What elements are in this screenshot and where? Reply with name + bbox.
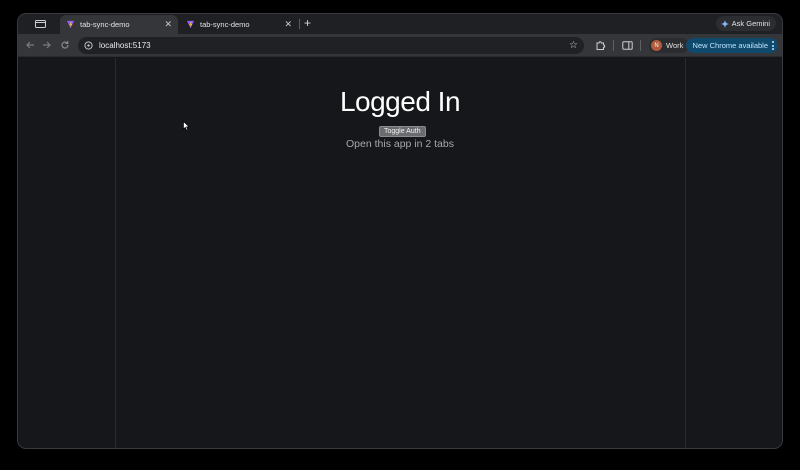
- vite-favicon-icon: [186, 20, 195, 29]
- ask-gemini-button[interactable]: Ask Gemini: [715, 16, 776, 31]
- more-menu-icon[interactable]: [772, 41, 774, 50]
- tab-search-button[interactable]: [28, 17, 52, 31]
- reload-icon: [61, 41, 69, 49]
- tab-title: tab-sync-demo: [200, 20, 250, 29]
- close-icon[interactable]: ✕: [164, 20, 172, 29]
- new-tab-button[interactable]: +: [304, 16, 311, 30]
- page-viewport: Logged In Toggle Auth Open this app in 2…: [18, 58, 782, 448]
- toolbar-divider: [613, 40, 614, 51]
- profile-button[interactable]: N Work: [649, 38, 690, 53]
- page-title: Logged In: [339, 86, 461, 117]
- forward-arrow-icon: [43, 41, 51, 49]
- tab-2[interactable]: tab-sync-demo ✕: [180, 15, 298, 34]
- ask-gemini-label: Ask Gemini: [731, 19, 770, 28]
- address-bar[interactable]: localhost:5173 ☆: [78, 37, 584, 54]
- forward-button[interactable]: [41, 39, 53, 51]
- tab-search-icon: [34, 19, 46, 28]
- vite-favicon-icon: [66, 20, 75, 29]
- back-button[interactable]: [24, 39, 36, 51]
- site-info-icon[interactable]: [84, 41, 93, 50]
- avatar: N: [651, 40, 662, 51]
- update-label: New Chrome available: [692, 41, 768, 50]
- browser-toolbar: localhost:5173 ☆ N Work New Chrome avail…: [18, 34, 782, 57]
- extensions-puzzle-icon[interactable]: [595, 40, 606, 51]
- address-url: localhost:5173: [99, 41, 151, 50]
- mouse-cursor-icon: [183, 121, 190, 131]
- instructions-text: Open this app in 2 tabs: [346, 138, 454, 150]
- reload-button[interactable]: [59, 39, 71, 51]
- tab-1[interactable]: tab-sync-demo ✕: [60, 15, 178, 34]
- tab-divider: [299, 19, 300, 29]
- update-chrome-button[interactable]: New Chrome available: [685, 38, 778, 53]
- toolbar-divider: [640, 40, 641, 51]
- tab-strip: tab-sync-demo ✕ tab-sync-demo ✕ + Ask Ge…: [18, 14, 782, 34]
- bookmark-star-icon[interactable]: ☆: [569, 39, 578, 52]
- toggle-auth-button[interactable]: Toggle Auth: [379, 126, 426, 137]
- gemini-sparkle-icon: [720, 19, 729, 28]
- side-panel-icon[interactable]: [622, 40, 633, 51]
- browser-window: tab-sync-demo ✕ tab-sync-demo ✕ + Ask Ge…: [17, 13, 783, 449]
- back-arrow-icon: [26, 41, 34, 49]
- profile-label: Work: [666, 41, 684, 50]
- tab-title: tab-sync-demo: [80, 20, 130, 29]
- close-icon[interactable]: ✕: [284, 20, 292, 29]
